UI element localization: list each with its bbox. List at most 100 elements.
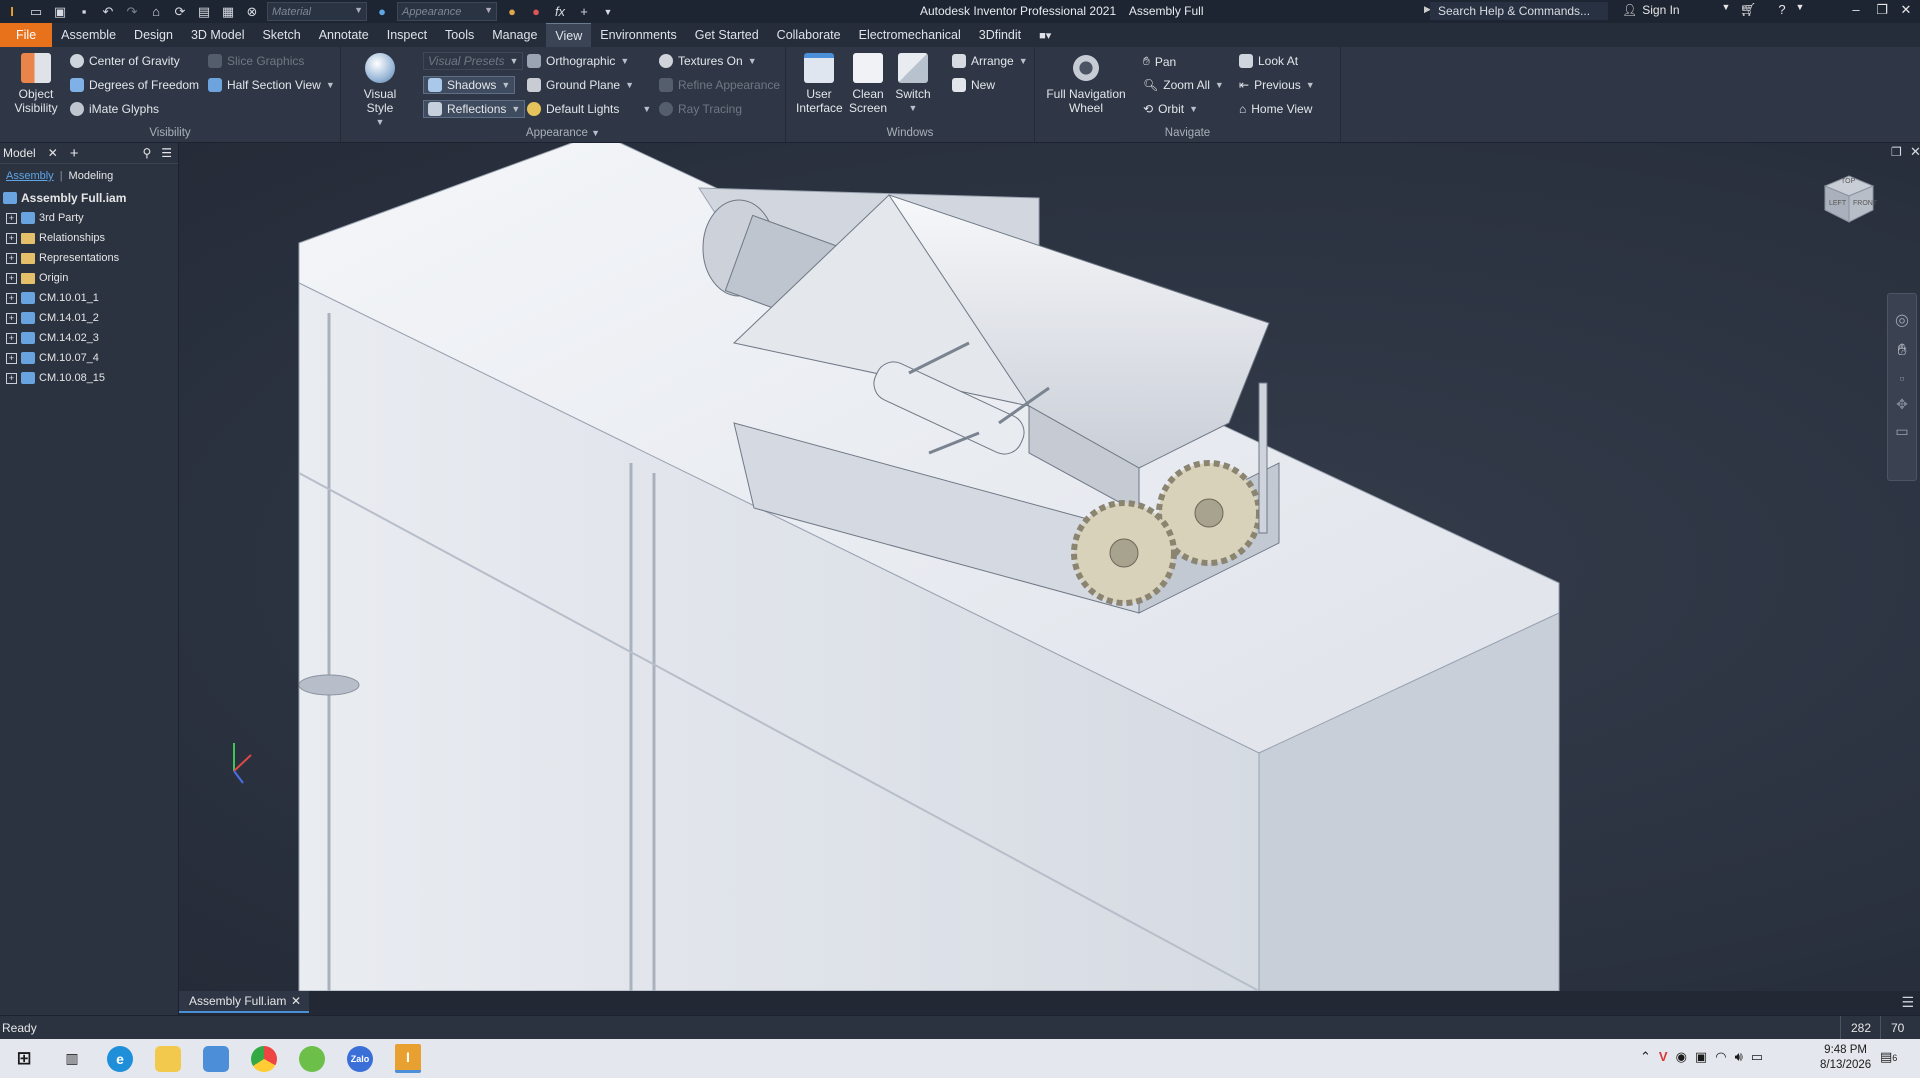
expand-icon[interactable]: + (6, 372, 17, 384)
home-icon[interactable]: ⌂ (148, 4, 164, 20)
browser-tab-model[interactable]: Model (0, 146, 42, 160)
mail-app-icon[interactable] (203, 1045, 229, 1072)
object-visibility-button[interactable]: Object Visibility (8, 53, 64, 115)
tree-item-origin[interactable]: + Origin (0, 268, 178, 288)
plus-icon[interactable]: + (576, 4, 592, 20)
tab-3d-model[interactable]: 3D Model (182, 23, 254, 47)
close-icon[interactable]: ✕ (1896, 2, 1916, 18)
tab-design[interactable]: Design (125, 23, 182, 47)
tab-view[interactable]: View (546, 23, 592, 47)
search-help-input[interactable]: Search Help & Commands... (1430, 2, 1608, 20)
appearance-combo[interactable]: Appearance ▼ (397, 2, 497, 21)
measure-icon[interactable]: ▦ (220, 4, 236, 20)
clock[interactable]: 9:48 PM 8/13/2026 (1820, 1043, 1871, 1073)
tab-assemble[interactable]: Assemble (52, 23, 125, 47)
parameters-fx-icon[interactable]: fx (552, 4, 568, 20)
clear-override-icon[interactable]: ⊗ (244, 4, 260, 20)
ray-tracing-button[interactable]: Ray Tracing (659, 102, 742, 116)
visual-presets-combo[interactable]: Visual Presets ▼ (423, 52, 523, 70)
orbit-button[interactable]: ⟲ Orbit ▼ (1143, 102, 1198, 116)
file-explorer-icon[interactable] (155, 1045, 181, 1072)
half-section-view-button[interactable]: Half Section View ▼ (208, 78, 335, 92)
tab-inspect[interactable]: Inspect (378, 23, 436, 47)
appearance-sphere-icon[interactable]: ● (374, 4, 390, 20)
restore-icon[interactable]: ❐ (1872, 2, 1892, 18)
task-view-icon[interactable]: ▥ (59, 1046, 85, 1072)
battery-icon[interactable]: ▭ (1751, 1049, 1763, 1065)
center-of-gravity-button[interactable]: Center of Gravity (70, 54, 180, 68)
help-icon[interactable]: ? (1772, 2, 1792, 17)
tree-item-relationships[interactable]: + Relationships (0, 228, 178, 248)
sign-in-button[interactable]: 👤︎ Sign In (1622, 3, 1680, 17)
new-file-icon[interactable]: ▭ (28, 4, 44, 20)
chrome-browser-icon[interactable] (251, 1045, 277, 1072)
pan-button[interactable]: ✋︎ Pan (1143, 54, 1176, 69)
slice-graphics-button[interactable]: Slice Graphics (208, 54, 304, 68)
zalo-icon[interactable]: Zalo (347, 1045, 373, 1072)
subtab-modeling[interactable]: Modeling (69, 170, 114, 182)
document-list-menu-icon[interactable]: ☰ (1901, 994, 1914, 1011)
look-at-icon[interactable]: ▭ (1888, 423, 1916, 440)
tab-get-started[interactable]: Get Started (686, 23, 768, 47)
expand-icon[interactable]: + (6, 232, 17, 244)
tree-item-3rd-party[interactable]: +3rd Party (0, 208, 178, 228)
expand-icon[interactable]: + (6, 352, 17, 364)
tab-sketch[interactable]: Sketch (253, 23, 309, 47)
account-dropdown-icon[interactable]: ▼ (1716, 2, 1736, 12)
tab-tools[interactable]: Tools (436, 23, 483, 47)
tree-item-component[interactable]: + CM.10.08_15 (0, 368, 178, 388)
look-at-button[interactable]: Look At (1239, 54, 1298, 68)
tree-item-component[interactable]: + CM.14.01_2 (0, 308, 178, 328)
search-icon[interactable]: ⚲ (138, 146, 155, 160)
user-interface-button[interactable]: User Interface (796, 53, 843, 115)
select-icon[interactable]: ▤ (196, 4, 212, 20)
tree-item-component[interactable]: + CM.10.07_4 (0, 348, 178, 368)
expand-icon[interactable]: + (6, 312, 17, 324)
open-folder-icon[interactable]: ▣ (52, 4, 68, 20)
expand-icon[interactable]: + (6, 292, 17, 304)
textures-on-button[interactable]: Textures On ▼ (659, 54, 757, 68)
visual-style-button[interactable]: Visual Style ▼ (349, 53, 411, 129)
windows-start-icon[interactable]: ⊞ (11, 1046, 37, 1072)
material-combo[interactable]: Material ▼ (267, 2, 367, 21)
wifi-icon[interactable]: ◠ (1715, 1049, 1726, 1065)
degrees-of-freedom-button[interactable]: Degrees of Freedom (70, 78, 199, 92)
new-window-button[interactable]: New (952, 78, 995, 92)
add-panel-icon[interactable]: + (64, 145, 85, 162)
undo-icon[interactable]: ↶ (100, 4, 116, 20)
viewcube[interactable]: TOP LEFT FRONT (1821, 170, 1877, 226)
tab-collaborate[interactable]: Collaborate (768, 23, 850, 47)
reflections-button[interactable]: Reflections ▼ (423, 100, 526, 118)
tab-electromechanical[interactable]: Electromechanical (850, 23, 970, 47)
menu-icon[interactable]: ☰ (155, 146, 178, 160)
panel-title-appearance[interactable]: Appearance ▼ (341, 127, 785, 139)
close-icon[interactable]: ✕ (291, 994, 301, 1008)
home-view-button[interactable]: ⌂ Home View (1239, 102, 1312, 116)
save-icon[interactable]: ▪ (76, 4, 92, 20)
zoom-icon[interactable]: ▫ (1888, 370, 1916, 386)
notification-center-icon[interactable]: ▤6 (1880, 1049, 1897, 1065)
close-icon[interactable]: ✕ (42, 146, 64, 160)
adjust-appearance-icon[interactable]: ● (504, 4, 520, 20)
tab-file[interactable]: File (0, 23, 53, 47)
antivirus-icon[interactable]: V (1659, 1049, 1668, 1065)
previous-view-button[interactable]: ⇤ Previous ▼ (1239, 78, 1315, 92)
tab-manage[interactable]: Manage (483, 23, 546, 47)
update-icon[interactable]: ⟳ (172, 4, 188, 20)
steering-wheel-icon[interactable]: ◎ (1888, 310, 1916, 330)
inventor-logo-icon[interactable]: I (4, 4, 20, 20)
display-icon[interactable]: ▣ (1695, 1049, 1707, 1065)
assembly-model-render[interactable] (179, 143, 1920, 991)
switch-button[interactable]: Switch ▼ (892, 53, 934, 115)
orbit-icon[interactable]: ✥ (1888, 396, 1916, 413)
show-hidden-icons-icon[interactable]: ⌃ (1640, 1049, 1651, 1065)
tab-environments[interactable]: Environments (591, 23, 685, 47)
help-dropdown-icon[interactable]: ▼ (1790, 2, 1810, 12)
inventor-taskbar-icon[interactable]: I (395, 1044, 421, 1073)
expand-icon[interactable]: + (6, 252, 17, 264)
expand-icon[interactable]: + (6, 212, 17, 224)
shadows-button[interactable]: Shadows ▼ (423, 76, 516, 94)
zoom-all-button[interactable]: 🔍︎ Zoom All ▼ (1143, 78, 1224, 92)
camera-icon[interactable]: ◉ (1676, 1049, 1687, 1065)
arrange-button[interactable]: Arrange ▼ (952, 54, 1028, 68)
